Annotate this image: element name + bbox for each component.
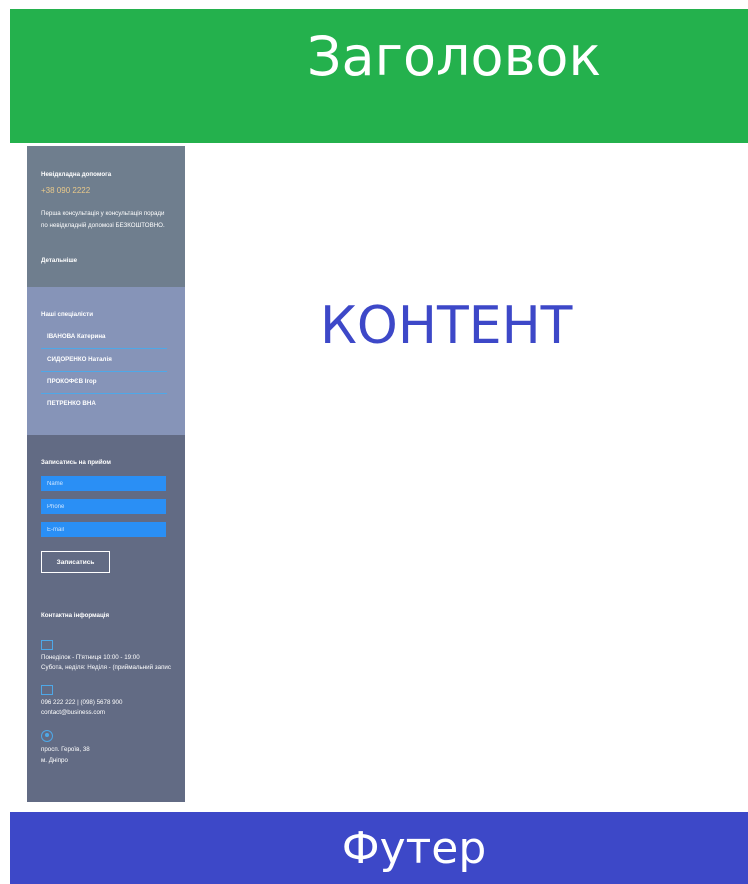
consult-more-link[interactable]: Детальніше [41,257,77,265]
contact-phones[interactable]: 096 222 222 | (098) 5678 900 [41,699,122,707]
consult-text: Перша консультація у консультація поради… [41,210,165,229]
address-line-1: просп. Героїв, 38 [41,746,90,753]
specialist-item[interactable]: ІВАНОВА Катерина [41,326,167,348]
hours-line-1: Понеділок - П'ятниця 10:00 - 19:00 [41,654,140,661]
address-line-2: м. Дніпро [41,757,68,764]
content-placeholder: КОНТЕНТ [320,296,573,356]
header-banner: Заголовок [10,9,748,143]
specialists-title: Наші спеціалісти [41,311,94,318]
email-input[interactable] [41,522,166,537]
consult-section: Невідкладна допомога +38 090 2222 Перша … [27,146,185,287]
mail-icon [41,685,53,695]
header-title: Заголовок [306,24,602,88]
clock-icon [41,640,53,650]
specialist-item[interactable]: ПРОКОФЄВ Ігор [41,371,167,393]
submit-booking-button[interactable]: Записатись [41,551,110,573]
specialist-item[interactable]: СИДОРЕНКО Наталія [41,349,167,371]
phone-input[interactable] [41,499,166,514]
contacts-title: Контактна інформація [41,612,110,619]
sidebar: Невідкладна допомога +38 090 2222 Перша … [27,146,185,802]
name-input[interactable] [41,476,166,491]
footer-text: Футер [341,822,487,874]
consult-phone[interactable]: +38 090 2222 [41,186,90,196]
footer-banner: Футер [10,812,748,884]
booking-form-title: Записатись на прийом [41,459,111,466]
contact-email[interactable]: contact@business.com [41,709,105,717]
hours-line-2: Субота, неділя: Неділя - (приймальний за… [41,664,171,671]
location-icon [41,730,53,742]
consult-title: Невідкладна допомога [41,171,112,178]
specialists-section: Наші спеціалісти ІВАНОВА Катерина СИДОРЕ… [27,287,185,435]
specialist-item[interactable]: ПЕТРЕНКО ВНА [41,393,167,415]
